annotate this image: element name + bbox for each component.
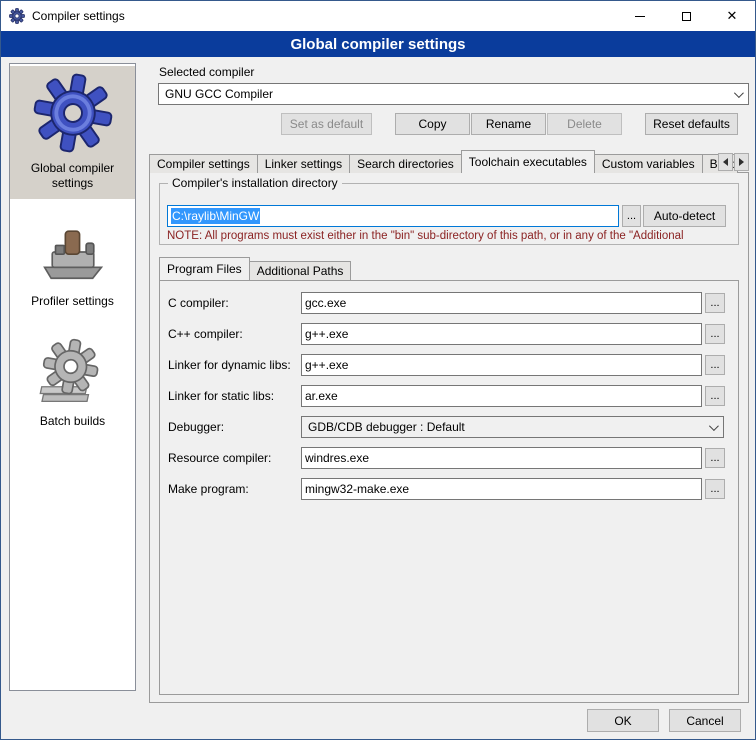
selected-compiler-label: Selected compiler (159, 65, 254, 79)
tab-compiler-settings[interactable]: Compiler settings (149, 154, 258, 173)
program-tabs: Program Files Additional Paths (159, 259, 350, 280)
minimize-button[interactable] (617, 1, 663, 31)
browse-button[interactable]: ... (705, 324, 725, 344)
program-files-panel: C compiler: ... C++ compiler: ... Linker… (159, 280, 739, 695)
maximize-button[interactable] (663, 1, 709, 31)
note-text: NOTE: All programs must exist either in … (167, 230, 735, 242)
title-bar: Compiler settings ✕ (1, 1, 755, 31)
field-label: Make program: (168, 478, 249, 500)
tab-scroll-left-button[interactable] (718, 153, 733, 171)
sidebar-item-batch-builds[interactable]: Batch builds (10, 329, 135, 437)
blue-gear-icon (32, 72, 114, 154)
browse-button[interactable]: ... (705, 448, 725, 468)
compiler-select-value: GNU GCC Compiler (165, 87, 273, 101)
group-title: Compiler's installation directory (168, 176, 342, 190)
chevron-down-icon (709, 421, 719, 431)
installation-directory-group: Compiler's installation directory C:\ray… (159, 183, 739, 245)
browse-button[interactable]: ... (705, 386, 725, 406)
field-label: C++ compiler: (168, 323, 243, 345)
app-gear-icon (9, 8, 25, 24)
settings-tabs: Compiler settings Linker settings Search… (149, 152, 737, 173)
chevron-down-icon (734, 88, 744, 98)
sidebar-item-profiler-settings[interactable]: Profiler settings (10, 211, 135, 317)
page-title: Global compiler settings (1, 31, 755, 57)
tab-custom-variables[interactable]: Custom variables (594, 154, 703, 173)
window-controls: ✕ (617, 1, 755, 31)
window-title: Compiler settings (32, 9, 125, 23)
make-program-input[interactable] (301, 478, 702, 500)
tab-search-directories[interactable]: Search directories (349, 154, 462, 173)
compiler-settings-dialog: Compiler settings ✕ Global compiler sett… (0, 0, 756, 740)
browse-button[interactable]: ... (705, 479, 725, 499)
browse-directory-button[interactable]: ... (622, 205, 641, 227)
set-as-default-button: Set as default (281, 113, 372, 135)
arrow-left-icon (723, 158, 728, 166)
reset-defaults-button[interactable]: Reset defaults (645, 113, 738, 135)
debugger-select[interactable]: GDB/CDB debugger : Default (301, 416, 724, 438)
field-label: Linker for static libs: (168, 385, 274, 407)
compiler-select[interactable]: GNU GCC Compiler (158, 83, 749, 105)
close-icon: ✕ (727, 8, 738, 24)
rename-button[interactable]: Rename (471, 113, 546, 135)
browse-button[interactable]: ... (705, 355, 725, 375)
field-label: Resource compiler: (168, 447, 271, 469)
arrow-right-icon (739, 158, 744, 166)
maximize-icon (682, 12, 691, 21)
settings-category-sidebar: Global compiler settings Profiler settin… (9, 63, 136, 691)
ok-button[interactable]: OK (587, 709, 659, 732)
copy-button[interactable]: Copy (395, 113, 470, 135)
installation-directory-value: C:\raylib\MinGW (171, 208, 260, 224)
static-linker-input[interactable] (301, 385, 702, 407)
profiler-tool-icon (38, 217, 108, 287)
sidebar-item-label: Profiler settings (31, 294, 114, 309)
installation-directory-input[interactable]: C:\raylib\MinGW (167, 205, 619, 227)
field-label: Linker for dynamic libs: (168, 354, 291, 376)
field-label: C compiler: (168, 292, 229, 314)
sidebar-item-label: Batch builds (40, 414, 105, 429)
gray-gear-icon (37, 335, 109, 407)
cpp-compiler-input[interactable] (301, 323, 702, 345)
c-compiler-input[interactable] (301, 292, 702, 314)
minimize-icon (635, 16, 645, 17)
auto-detect-button[interactable]: Auto-detect (643, 205, 726, 227)
browse-button[interactable]: ... (705, 293, 725, 313)
resource-compiler-input[interactable] (301, 447, 702, 469)
tab-toolchain-executables[interactable]: Toolchain executables (461, 150, 595, 173)
delete-button: Delete (547, 113, 622, 135)
dynamic-linker-input[interactable] (301, 354, 702, 376)
tab-program-files[interactable]: Program Files (159, 257, 250, 280)
tab-scroll-right-button[interactable] (734, 153, 749, 171)
tab-linker-settings[interactable]: Linker settings (257, 154, 350, 173)
close-button[interactable]: ✕ (709, 1, 755, 31)
cancel-button[interactable]: Cancel (669, 709, 741, 732)
debugger-select-value: GDB/CDB debugger : Default (308, 420, 465, 434)
field-label: Debugger: (168, 416, 224, 438)
tab-additional-paths[interactable]: Additional Paths (249, 261, 352, 280)
sidebar-item-label: Global compiler settings (12, 161, 133, 191)
sidebar-item-global-compiler-settings[interactable]: Global compiler settings (10, 66, 135, 199)
